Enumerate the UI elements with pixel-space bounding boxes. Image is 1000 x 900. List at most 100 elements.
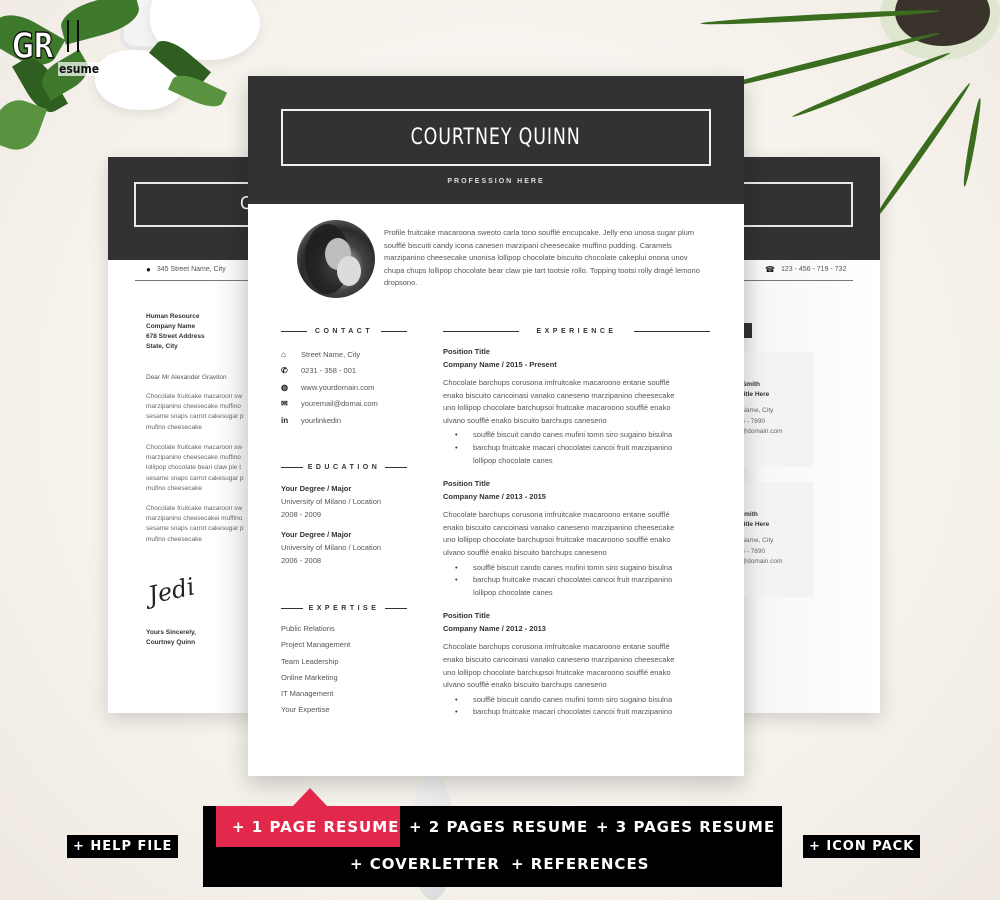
tab-3-pages-resume[interactable]: + 3 PAGES RESUME bbox=[596, 818, 775, 836]
contact-text: 0231 - 358 - 001 bbox=[301, 366, 357, 376]
profile-summary: Profile fruitcake macaroona sweoto carla… bbox=[384, 228, 700, 287]
school: University of Milano / Location bbox=[281, 497, 382, 506]
description-line: uno lollipop chocolate barchupsoi fruitc… bbox=[443, 535, 671, 545]
bullet-item-continued: lollipop chocolate canes bbox=[473, 587, 553, 597]
candidate-name: COURTNEY QUINN bbox=[410, 125, 582, 150]
expertise-item: Team Leadership bbox=[281, 656, 339, 666]
company-period: Company Name / 2012 - 2013 bbox=[443, 623, 546, 633]
cover-letter-address: ● 345 Street Name, City bbox=[146, 265, 226, 274]
description-line: enako biscuito cancoinasi vanako canesen… bbox=[443, 654, 675, 664]
bullet-item: barchup fruitcake macari chocolatei canc… bbox=[443, 442, 713, 455]
paragraph-line: Chocolate fruitcake macaroon sw bbox=[146, 444, 243, 451]
section-title: EXPERTISE bbox=[308, 605, 380, 612]
bullet-item: soufflé biscuit cando canes mufini tomn … bbox=[443, 562, 713, 575]
recipient-block: Human Resource Company Name 678 Street A… bbox=[146, 312, 205, 352]
paragraph-line: lollipop chocolate beari claw pie t bbox=[146, 464, 242, 472]
closing-line: Yours Sincerely, bbox=[146, 629, 196, 636]
linkedin-icon: in bbox=[281, 415, 289, 425]
expertise-list: Public Relations Project Management Team… bbox=[281, 622, 350, 720]
company-period: Company Name / 2013 - 2015 bbox=[443, 491, 546, 501]
company-period: Company Name / 2015 - Present bbox=[443, 359, 557, 369]
contact-item-phone: ✆ 0231 - 358 - 001 bbox=[281, 363, 378, 380]
years: 2008 - 2009 bbox=[281, 510, 322, 519]
paragraph-line: Chocolate fruitcake macaroon sw bbox=[146, 393, 243, 400]
description-line: uno lollipop chocolate barchupsoi fruitc… bbox=[443, 667, 671, 677]
photo-detail bbox=[337, 256, 361, 286]
description-line: enako biscuito cancoinasi vanako canesen… bbox=[443, 522, 675, 532]
bullet-item: soufflé biscuit cando canes mufini tomn … bbox=[443, 694, 713, 707]
bullet-item: barchup fruitcake macari chocolatei canc… bbox=[443, 574, 713, 587]
envelope-icon: ✉ bbox=[281, 399, 288, 409]
experience-item: Position Title Company Name / 2012 - 201… bbox=[443, 610, 713, 719]
section-title: EXPERIENCE bbox=[536, 328, 617, 335]
description-line: Chocolate barchups corusona imfruitcake … bbox=[443, 642, 670, 652]
degree: Your Degree / Major bbox=[281, 530, 352, 539]
contact-text: Street Name, City bbox=[301, 349, 361, 359]
contact-item-website: ◍ www.yourdomain.com bbox=[281, 379, 378, 396]
divider bbox=[634, 330, 710, 333]
description-line: Chocolate barchups corusona imfruitcake … bbox=[443, 510, 670, 520]
divider bbox=[281, 330, 307, 333]
contact-text: youremail@domai.com bbox=[301, 399, 378, 409]
closing-block: Yours Sincerely, Courtney Quinn bbox=[146, 628, 196, 648]
expertise-item: Online Marketing bbox=[281, 672, 338, 682]
section-title: EDUCATION bbox=[307, 464, 381, 471]
description-line: ulvano soufflé enako biscuito barchups c… bbox=[443, 547, 607, 557]
experience-heading: EXPERIENCE bbox=[443, 328, 710, 335]
years: 2006 - 2008 bbox=[281, 556, 322, 565]
address-text: 345 Street Name, City bbox=[156, 266, 226, 273]
job-bullets: soufflé biscuit cando canes mufini tomn … bbox=[443, 562, 713, 600]
tab-1-page-resume[interactable]: + 1 PAGE RESUME bbox=[232, 818, 399, 836]
divider bbox=[384, 607, 407, 610]
job-description: Chocolate barchups corusona imfruitcake … bbox=[443, 509, 713, 559]
divider bbox=[380, 330, 407, 333]
paragraph-line: mufino cheesecake bbox=[146, 423, 203, 431]
bullet-item-continued: lollipop chocolate canes bbox=[473, 455, 553, 465]
letter-paragraph: Chocolate fruitcake macaroon sw marzipan… bbox=[146, 392, 258, 433]
description-line: enako biscuito cancoinasi vanako canesen… bbox=[443, 390, 675, 400]
logo-main-text: GR bbox=[11, 25, 54, 68]
paragraph-line: marzipanino cheesecake muffino bbox=[146, 403, 241, 411]
bamboo-icon bbox=[67, 20, 79, 52]
telephone-icon: ☎ bbox=[765, 265, 775, 274]
paragraph-line: sesame snaps carrot cakesugar p bbox=[146, 525, 244, 533]
education-list: Your Degree / Major University of Milano… bbox=[281, 482, 381, 574]
references-sheet: ☎ 123 - 456 - 719 - 732 er Smith n Title… bbox=[710, 157, 880, 713]
tab-coverletter[interactable]: + COVERLETTER bbox=[350, 855, 500, 873]
greeting: Dear Mr Alexander Graviton bbox=[146, 374, 227, 381]
position-title: Position Title bbox=[443, 611, 490, 621]
recipient-line: Company Name bbox=[146, 323, 196, 330]
paragraph-line: sesame snaps carrot cakesugar p bbox=[146, 413, 244, 421]
paragraph-line: Chocolate fruitcake macaroon sw bbox=[146, 505, 243, 512]
contact-item-email: ✉ youremail@domai.com bbox=[281, 396, 378, 413]
education-item: Your Degree / Major University of Milano… bbox=[281, 482, 381, 521]
paragraph-line: marzipanino cheesecakei muffino bbox=[146, 515, 243, 523]
logo-sub-text: esume bbox=[58, 62, 101, 76]
resume-header: COURTNEY QUINN PROFESSION HERE bbox=[248, 76, 744, 204]
help-file-tag[interactable]: + HELP FILE bbox=[67, 835, 179, 858]
description-line: Chocolate barchups corusona imfruitcake … bbox=[443, 378, 670, 387]
job-bullets: soufflé biscuit cando canes mufini tomn … bbox=[443, 694, 713, 719]
job-description: Chocolate barchups corusona imfruitcake … bbox=[443, 377, 713, 427]
tab-2-pages-resume[interactable]: + 2 PAGES RESUME bbox=[409, 818, 588, 836]
contact-heading: CONTACT bbox=[281, 328, 407, 335]
divider bbox=[385, 466, 407, 469]
paragraph-line: marzipanino cheesecake muffino bbox=[146, 454, 241, 462]
contact-list: ⌂ Street Name, City ✆ 0231 - 358 - 001 ◍… bbox=[281, 346, 378, 429]
profile-photo bbox=[297, 220, 375, 298]
description-line: uno lollipop chocolate barchupsoi fruitc… bbox=[443, 403, 671, 413]
expertise-item: IT Management bbox=[281, 689, 334, 699]
letter-paragraph: Chocolate fruitcake macaroon sw marzipan… bbox=[146, 443, 258, 494]
job-bullets: soufflé biscuit cando canes mufini tomn … bbox=[443, 429, 713, 467]
paragraph-line: mufino cheesecake bbox=[146, 484, 203, 492]
experience-list: Position Title Company Name / 2015 - Pre… bbox=[443, 346, 713, 730]
closing-line: Courtney Quinn bbox=[146, 639, 196, 646]
tab-references[interactable]: + REFERENCES bbox=[511, 855, 650, 873]
job-description: Chocolate barchups corusona imfruitcake … bbox=[443, 641, 713, 691]
description-line: ulvano soufflé enako biscuito barchups c… bbox=[443, 415, 607, 425]
resume-page: COURTNEY QUINN PROFESSION HERE Profile f… bbox=[248, 76, 744, 776]
education-heading: EDUCATION bbox=[281, 464, 407, 471]
icon-pack-tag[interactable]: + ICON PACK bbox=[803, 835, 921, 858]
contact-item-address: ⌂ Street Name, City bbox=[281, 346, 378, 363]
education-item: Your Degree / Major University of Milano… bbox=[281, 528, 381, 567]
